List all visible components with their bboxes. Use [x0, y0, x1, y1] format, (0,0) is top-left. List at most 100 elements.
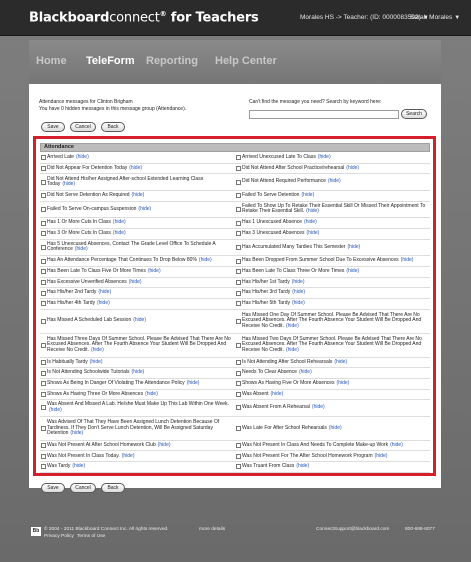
- hide-link[interactable]: (hide): [113, 219, 126, 226]
- message-checkbox[interactable]: [41, 258, 46, 264]
- hide-link[interactable]: (hide): [76, 154, 89, 160]
- hide-link[interactable]: (hide): [346, 268, 359, 274]
- message-checkbox[interactable]: [41, 443, 46, 449]
- hide-link[interactable]: (hide): [148, 268, 161, 274]
- hide-link[interactable]: (hide): [98, 289, 111, 295]
- message-checkbox[interactable]: [236, 193, 241, 199]
- message-checkbox[interactable]: [41, 464, 46, 470]
- message-checkbox[interactable]: [41, 155, 46, 161]
- hide-link[interactable]: (hide): [145, 391, 158, 397]
- hide-link[interactable]: (hide): [91, 347, 104, 353]
- hide-link[interactable]: (hide): [70, 430, 83, 436]
- message-checkbox[interactable]: [41, 220, 46, 226]
- message-checkbox[interactable]: [41, 206, 46, 212]
- message-checkbox[interactable]: [41, 301, 46, 307]
- back-button-bottom[interactable]: Back: [101, 483, 125, 493]
- hide-link[interactable]: (hide): [90, 359, 103, 365]
- message-checkbox[interactable]: [236, 269, 241, 275]
- message-checkbox[interactable]: [236, 206, 241, 212]
- message-checkbox[interactable]: [236, 381, 241, 387]
- hide-link[interactable]: (hide): [318, 154, 331, 160]
- terms-of-use-link[interactable]: Terms of Use: [77, 534, 105, 539]
- hide-link[interactable]: (hide): [334, 359, 347, 365]
- message-checkbox[interactable]: [236, 258, 241, 264]
- message-checkbox[interactable]: [41, 359, 46, 365]
- hide-link[interactable]: (hide): [187, 380, 200, 386]
- save-button-bottom[interactable]: Save: [41, 483, 65, 493]
- hide-link[interactable]: (hide): [306, 208, 319, 215]
- message-checkbox[interactable]: [236, 155, 241, 161]
- hide-link[interactable]: (hide): [129, 165, 142, 171]
- nav-teleform[interactable]: TeleForm: [86, 55, 135, 67]
- message-checkbox[interactable]: [236, 165, 241, 171]
- message-checkbox[interactable]: [41, 269, 46, 275]
- search-input[interactable]: [249, 110, 399, 119]
- hide-link[interactable]: (hide): [307, 230, 320, 236]
- search-button[interactable]: Search: [401, 109, 427, 119]
- message-checkbox[interactable]: [236, 342, 241, 348]
- message-checkbox[interactable]: [41, 318, 46, 324]
- message-checkbox[interactable]: [41, 453, 46, 459]
- message-checkbox[interactable]: [41, 231, 46, 237]
- hide-link[interactable]: (hide): [97, 300, 110, 306]
- hide-link[interactable]: (hide): [375, 453, 388, 459]
- message-checkbox[interactable]: [41, 193, 46, 199]
- hide-link[interactable]: (hide): [337, 380, 350, 386]
- support-email[interactable]: ConnectSupport@blackboard.com: [316, 527, 389, 532]
- message-checkbox[interactable]: [236, 443, 241, 449]
- hide-link[interactable]: (hide): [292, 289, 305, 295]
- hide-link[interactable]: (hide): [292, 300, 305, 306]
- hide-link[interactable]: (hide): [49, 407, 62, 413]
- hide-link[interactable]: (hide): [75, 246, 88, 253]
- hide-link[interactable]: (hide): [286, 347, 299, 353]
- hide-link[interactable]: (hide): [329, 425, 342, 431]
- user-menu[interactable]: Sarah Morales ▼: [410, 14, 460, 21]
- message-checkbox[interactable]: [41, 391, 46, 397]
- more-details-link[interactable]: more details: [199, 527, 225, 532]
- message-checkbox[interactable]: [41, 279, 46, 285]
- message-checkbox[interactable]: [236, 425, 241, 431]
- message-checkbox[interactable]: [236, 453, 241, 459]
- nav-help-center[interactable]: Help Center: [215, 55, 277, 67]
- hide-link[interactable]: (hide): [113, 230, 126, 236]
- message-checkbox[interactable]: [236, 179, 241, 185]
- nav-home[interactable]: Home: [36, 55, 67, 67]
- hide-link[interactable]: (hide): [158, 442, 171, 448]
- message-checkbox[interactable]: [236, 464, 241, 470]
- message-checkbox[interactable]: [41, 370, 46, 376]
- hide-link[interactable]: (hide): [129, 279, 142, 285]
- cancel-button-bottom[interactable]: Cancel: [70, 483, 96, 493]
- hide-link[interactable]: (hide): [401, 257, 414, 263]
- hide-link[interactable]: (hide): [62, 181, 75, 187]
- privacy-policy-link[interactable]: Privacy Policy: [44, 534, 74, 539]
- back-button[interactable]: Back: [101, 122, 125, 132]
- message-checkbox[interactable]: [41, 165, 46, 171]
- hide-link[interactable]: (hide): [292, 279, 305, 285]
- hide-link[interactable]: (hide): [296, 463, 309, 469]
- message-checkbox[interactable]: [41, 342, 46, 348]
- message-checkbox[interactable]: [41, 244, 46, 250]
- cancel-button[interactable]: Cancel: [70, 122, 96, 132]
- message-checkbox[interactable]: [41, 179, 46, 185]
- hide-link[interactable]: (hide): [312, 404, 325, 410]
- message-checkbox[interactable]: [236, 359, 241, 365]
- hide-link[interactable]: (hide): [347, 244, 360, 250]
- message-checkbox[interactable]: [236, 370, 241, 376]
- message-checkbox[interactable]: [41, 405, 46, 411]
- message-checkbox[interactable]: [236, 220, 241, 226]
- hide-link[interactable]: (hide): [390, 442, 403, 448]
- message-checkbox[interactable]: [236, 318, 241, 324]
- hide-link[interactable]: (hide): [132, 192, 145, 198]
- hide-link[interactable]: (hide): [133, 317, 146, 323]
- message-checkbox[interactable]: [236, 391, 241, 397]
- hide-link[interactable]: (hide): [301, 192, 314, 198]
- message-checkbox[interactable]: [236, 279, 241, 285]
- message-checkbox[interactable]: [236, 231, 241, 237]
- message-checkbox[interactable]: [236, 405, 241, 411]
- message-checkbox[interactable]: [41, 425, 46, 431]
- hide-link[interactable]: (hide): [199, 257, 212, 263]
- hide-link[interactable]: (hide): [346, 165, 359, 171]
- hide-link[interactable]: (hide): [271, 391, 284, 397]
- save-button[interactable]: Save: [41, 122, 65, 132]
- message-checkbox[interactable]: [236, 290, 241, 296]
